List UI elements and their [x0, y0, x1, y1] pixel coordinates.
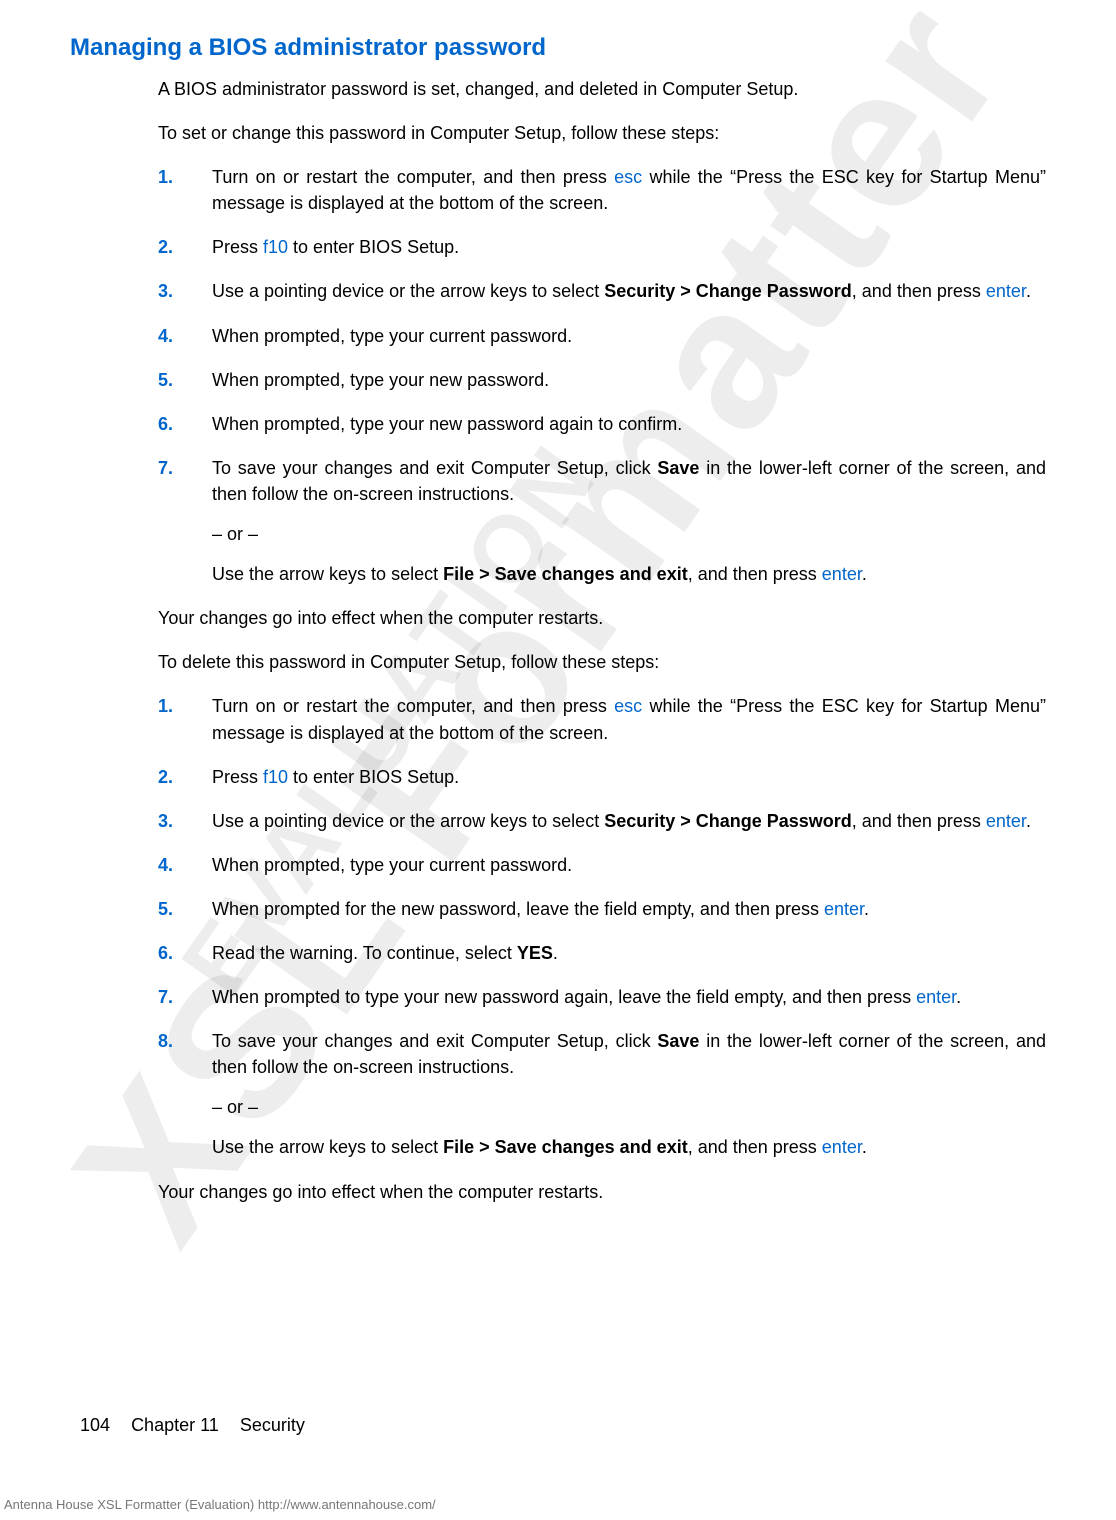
step-item: 4. When prompted, type your current pass… [158, 852, 1046, 878]
key-enter: enter [824, 899, 864, 919]
step-number: 7. [158, 455, 173, 481]
page-footer: 104 Chapter 11 Security [80, 1415, 305, 1436]
after-delete-paragraph: Your changes go into effect when the com… [158, 1179, 1046, 1205]
intro-paragraph-1: A BIOS administrator password is set, ch… [158, 76, 1046, 102]
key-f10: f10 [263, 237, 288, 257]
step-text: When prompted, type your new password ag… [212, 414, 682, 434]
step-item: 3. Use a pointing device or the arrow ke… [158, 808, 1046, 834]
step-number: 1. [158, 693, 173, 719]
step-alternative: Use the arrow keys to select File > Save… [212, 561, 1046, 587]
step-item: 6. When prompted, type your new password… [158, 411, 1046, 437]
step-number: 4. [158, 852, 173, 878]
step-text: When prompted, type your current passwor… [212, 855, 572, 875]
after-set-paragraph: Your changes go into effect when the com… [158, 605, 1046, 631]
step-text: When prompted, type your current passwor… [212, 326, 572, 346]
step-item: 4. When prompted, type your current pass… [158, 323, 1046, 349]
step-item: 3. Use a pointing device or the arrow ke… [158, 278, 1046, 304]
step-alternative-or: – or – [212, 1094, 1046, 1120]
key-enter: enter [822, 1137, 862, 1157]
key-enter: enter [822, 564, 862, 584]
step-alternative: Use the arrow keys to select File > Save… [212, 1134, 1046, 1160]
step-number: 7. [158, 984, 173, 1010]
step-number: 6. [158, 940, 173, 966]
step-number: 2. [158, 234, 173, 260]
step-text: Use a pointing device or the arrow keys … [212, 281, 1031, 301]
step-number: 3. [158, 808, 173, 834]
chapter-label: Chapter 11 [131, 1415, 219, 1435]
delete-intro-paragraph: To delete this password in Computer Setu… [158, 649, 1046, 675]
key-enter: enter [986, 281, 1026, 301]
key-enter: enter [986, 811, 1026, 831]
evaluation-footer: Antenna House XSL Formatter (Evaluation)… [4, 1497, 436, 1512]
step-number: 3. [158, 278, 173, 304]
key-enter: enter [916, 987, 956, 1007]
key-esc: esc [614, 167, 642, 187]
step-item: 1. Turn on or restart the computer, and … [158, 164, 1046, 216]
step-item: 5. When prompted for the new password, l… [158, 896, 1046, 922]
key-esc: esc [614, 696, 642, 716]
intro-paragraph-2: To set or change this password in Comput… [158, 120, 1046, 146]
page-number: 104 [80, 1415, 110, 1435]
step-text: Turn on or restart the computer, and the… [212, 696, 1046, 742]
step-text: Press f10 to enter BIOS Setup. [212, 237, 459, 257]
step-text: To save your changes and exit Computer S… [212, 1031, 1046, 1077]
key-f10: f10 [263, 767, 288, 787]
step-number: 8. [158, 1028, 173, 1054]
step-text: When prompted for the new password, leav… [212, 899, 869, 919]
step-text: Read the warning. To continue, select YE… [212, 943, 558, 963]
bold-save: Save [657, 1031, 699, 1051]
step-number: 4. [158, 323, 173, 349]
step-item: 7. To save your changes and exit Compute… [158, 455, 1046, 587]
set-password-steps: 1. Turn on or restart the computer, and … [158, 164, 1046, 587]
step-item: 7. When prompted to type your new passwo… [158, 984, 1046, 1010]
step-text: To save your changes and exit Computer S… [212, 458, 1046, 504]
bold-menu-path: File > Save changes and exit [443, 1137, 688, 1157]
step-number: 6. [158, 411, 173, 437]
step-number: 1. [158, 164, 173, 190]
step-number: 5. [158, 367, 173, 393]
step-text: Turn on or restart the computer, and the… [212, 167, 1046, 213]
page-content: Managing a BIOS administrator password A… [0, 0, 1116, 1223]
bold-yes: YES [517, 943, 553, 963]
step-alternative-or: – or – [212, 521, 1046, 547]
step-item: 1. Turn on or restart the computer, and … [158, 693, 1046, 745]
body-text: A BIOS administrator password is set, ch… [158, 76, 1046, 1205]
step-text: Press f10 to enter BIOS Setup. [212, 767, 459, 787]
document-page: XSL Formatter EVALUATION Managing a BIOS… [0, 0, 1116, 1520]
step-number: 2. [158, 764, 173, 790]
delete-password-steps: 1. Turn on or restart the computer, and … [158, 693, 1046, 1160]
bold-menu-path: Security > Change Password [604, 811, 852, 831]
step-text: When prompted to type your new password … [212, 987, 961, 1007]
bold-menu-path: File > Save changes and exit [443, 564, 688, 584]
step-text: Use a pointing device or the arrow keys … [212, 811, 1031, 831]
section-heading: Managing a BIOS administrator password [70, 34, 1046, 62]
chapter-title: Security [240, 1415, 305, 1435]
step-text: When prompted, type your new password. [212, 370, 549, 390]
step-item: 8. To save your changes and exit Compute… [158, 1028, 1046, 1160]
bold-save: Save [657, 458, 699, 478]
step-item: 6. Read the warning. To continue, select… [158, 940, 1046, 966]
step-item: 2. Press f10 to enter BIOS Setup. [158, 234, 1046, 260]
step-item: 5. When prompted, type your new password… [158, 367, 1046, 393]
bold-menu-path: Security > Change Password [604, 281, 852, 301]
step-item: 2. Press f10 to enter BIOS Setup. [158, 764, 1046, 790]
step-number: 5. [158, 896, 173, 922]
